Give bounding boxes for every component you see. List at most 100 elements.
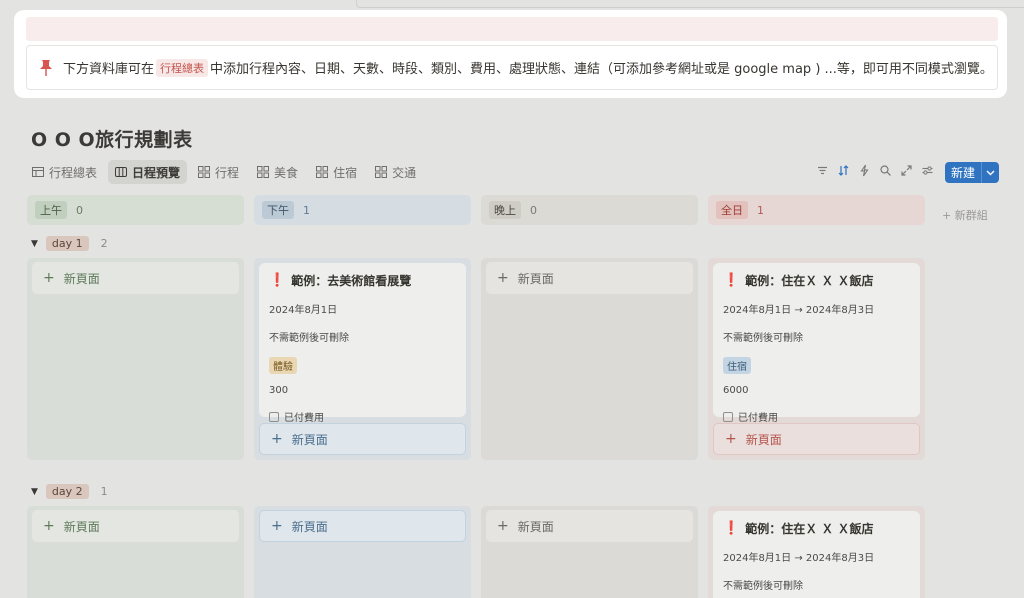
- card-cost: 300: [269, 385, 289, 396]
- chevron-down-icon[interactable]: [982, 170, 999, 176]
- lane-day2-allday: ❗ 範例：住在Ｘ Ｘ Ｘ飯店 2024年8月1日 → 2024年8月3日 不需範例…: [708, 506, 925, 598]
- callout-block: 下方資料庫可在 行程總表 中添加行程內容、日期、天數、時段、類別、費用、處理狀態…: [14, 10, 1007, 98]
- exclamation-icon: ❗: [269, 273, 286, 288]
- new-page-button[interactable]: + 新頁面: [32, 510, 239, 542]
- tab-label: 交通: [392, 165, 417, 180]
- column-tag: 全日: [716, 201, 748, 219]
- board-icon: [115, 167, 128, 177]
- new-page-label: 新頁面: [291, 519, 328, 534]
- add-group-button[interactable]: + 新群組: [942, 207, 988, 223]
- card-museum[interactable]: ❗ 範例：去美術館看展覽 2024年8月1日 不需範例後可刪除 體驗 300 已付…: [259, 263, 466, 424]
- card-note: 不需範例後可刪除: [269, 333, 349, 344]
- card-title: 範例：住在Ｘ Ｘ Ｘ飯店: [745, 274, 874, 288]
- card-hotel[interactable]: ❗ 範例：住在Ｘ Ｘ Ｘ飯店 2024年8月1日 → 2024年8月3日 不需範例…: [713, 263, 920, 424]
- collapse-triangle-icon[interactable]: ▼: [31, 487, 38, 497]
- column-count: 1: [303, 203, 310, 217]
- checkbox-icon[interactable]: [723, 411, 733, 422]
- view-tabs: 行程總表 日程預覽 行程 美食 住宿 交通: [25, 160, 423, 184]
- tab-label: 美食: [274, 165, 299, 180]
- new-page-label: 新頁面: [517, 271, 554, 286]
- card-title: 範例：住在Ｘ Ｘ Ｘ飯店: [745, 522, 874, 536]
- column-header-pm[interactable]: 下午 1: [254, 195, 471, 225]
- gallery-icon: [316, 166, 329, 178]
- plus-icon: +: [271, 518, 283, 534]
- new-page-button[interactable]: + 新頁面: [32, 262, 239, 294]
- new-page-button[interactable]: + 新頁面: [486, 262, 693, 294]
- plus-icon: +: [43, 270, 55, 286]
- card-note: 不需範例後可刪除: [723, 333, 803, 344]
- column-header-allday[interactable]: 全日 1: [708, 195, 925, 225]
- tab-transport[interactable]: 交通: [368, 160, 423, 184]
- group-header-day1[interactable]: ▼ day 1 2: [31, 236, 108, 251]
- paid-checkbox[interactable]: 已付費用: [269, 409, 456, 424]
- tab-label: 行程總表: [49, 165, 98, 180]
- new-button[interactable]: 新建: [945, 162, 999, 183]
- tab-lodging[interactable]: 住宿: [309, 160, 364, 184]
- tab-label: 日程預覽: [132, 165, 181, 180]
- collapse-triangle-icon[interactable]: ▼: [31, 239, 38, 249]
- group-count: 1: [100, 485, 108, 498]
- lane-day2-pm: + 新頁面: [254, 506, 471, 598]
- exclamation-icon: ❗: [723, 273, 740, 288]
- top-frame-edge: [356, 0, 1024, 8]
- tab-itinerary[interactable]: 行程: [191, 160, 246, 184]
- column-tag: 晚上: [489, 201, 521, 219]
- column-count: 0: [76, 203, 83, 217]
- new-page-button[interactable]: + 新頁面: [259, 423, 466, 455]
- column-tag: 上午: [35, 201, 67, 219]
- card-tag: 體驗: [269, 357, 297, 374]
- gallery-icon: [198, 166, 211, 178]
- lane-day2-night: + 新頁面: [481, 506, 698, 598]
- group-tag: day 2: [45, 484, 89, 499]
- search-icon[interactable]: [879, 164, 892, 177]
- group-header-day2[interactable]: ▼ day 2 1: [31, 484, 108, 499]
- plus-icon: +: [43, 518, 55, 534]
- checkbox-label: 已付費用: [284, 413, 324, 424]
- new-page-button[interactable]: + 新頁面: [259, 510, 466, 542]
- lane-day2-am: + 新頁面: [27, 506, 244, 598]
- page-title: O O O旅行規劃表: [31, 129, 193, 151]
- lightning-icon[interactable]: [858, 164, 871, 177]
- group-tag: day 1: [45, 236, 89, 251]
- card-hotel-day2[interactable]: ❗ 範例：住在Ｘ Ｘ Ｘ飯店 2024年8月1日 → 2024年8月3日 不需範例…: [713, 511, 920, 598]
- column-count: 1: [757, 203, 764, 217]
- lane-day1-pm: ❗ 範例：去美術館看展覽 2024年8月1日 不需範例後可刪除 體驗 300 已付…: [254, 258, 471, 460]
- column-count: 0: [530, 203, 537, 217]
- checkbox-icon[interactable]: [269, 411, 279, 422]
- tab-label: 行程: [215, 165, 240, 180]
- new-page-label: 新頁面: [745, 432, 782, 447]
- tab-food[interactable]: 美食: [250, 160, 305, 184]
- pushpin-icon: [40, 59, 52, 76]
- sort-icon[interactable]: [837, 164, 850, 177]
- plus-icon: +: [497, 518, 509, 534]
- settings-sliders-icon[interactable]: [921, 164, 934, 177]
- card-date: 2024年8月1日: [269, 305, 338, 316]
- card-cost: 6000: [723, 385, 749, 396]
- new-page-label: 新頁面: [63, 271, 100, 286]
- new-page-button[interactable]: + 新頁面: [713, 423, 920, 455]
- new-page-label: 新頁面: [517, 519, 554, 534]
- gallery-icon: [375, 166, 388, 178]
- new-page-button[interactable]: + 新頁面: [486, 510, 693, 542]
- tab-schedule-preview[interactable]: 日程預覽: [108, 160, 188, 184]
- expand-icon[interactable]: [900, 164, 913, 177]
- tab-label: 住宿: [333, 165, 358, 180]
- new-button-label: 新建: [951, 166, 976, 180]
- filter-icon[interactable]: [816, 164, 829, 177]
- column-tag: 下午: [262, 201, 294, 219]
- new-page-label: 新頁面: [291, 432, 328, 447]
- card-tag: 住宿: [723, 357, 751, 374]
- callout-text-prefix: 下方資料庫可在: [63, 62, 155, 77]
- callout[interactable]: 下方資料庫可在 行程總表 中添加行程內容、日期、天數、時段、類別、費用、處理狀態…: [26, 45, 998, 90]
- plus-icon: +: [497, 270, 509, 286]
- tab-itinerary-table[interactable]: 行程總表: [25, 160, 104, 184]
- paid-checkbox[interactable]: 已付費用: [723, 409, 910, 424]
- lane-day1-am: + 新頁面: [27, 258, 244, 460]
- plus-icon: +: [271, 431, 283, 447]
- new-page-label: 新頁面: [63, 519, 100, 534]
- column-header-night[interactable]: 晚上 0: [481, 195, 698, 225]
- checkbox-label: 已付費用: [738, 413, 778, 424]
- card-date: 2024年8月1日 → 2024年8月3日: [723, 305, 875, 316]
- column-header-am[interactable]: 上午 0: [27, 195, 244, 225]
- group-count: 2: [100, 237, 108, 250]
